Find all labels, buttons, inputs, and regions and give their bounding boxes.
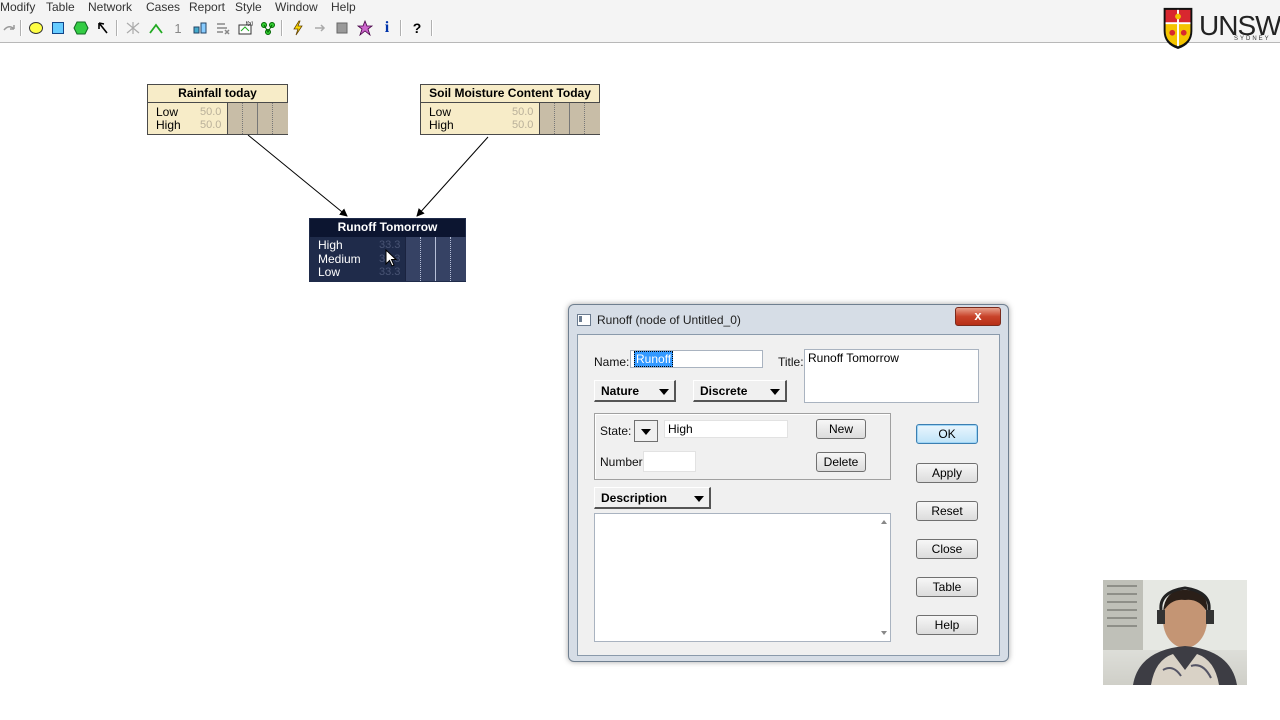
chevron-down-icon (694, 496, 704, 502)
state-label: High (429, 118, 454, 132)
state-dropdown[interactable] (634, 420, 658, 442)
nature-label: Nature (601, 384, 640, 398)
new-state-button[interactable]: New (816, 419, 866, 439)
mouse-cursor-icon (385, 249, 398, 267)
node-rainfall-today[interactable]: Rainfall today Low High 50.0 50.0 (147, 84, 288, 135)
description-dropdown[interactable]: Description (594, 487, 711, 509)
help-button[interactable]: Help (916, 615, 978, 635)
chevron-down-icon (770, 389, 780, 395)
node-title: Rainfall today (148, 85, 287, 103)
delete-state-button[interactable]: Delete (816, 452, 866, 472)
chevron-down-icon (659, 389, 669, 395)
close-window-button[interactable]: x (955, 307, 1001, 326)
link-soil-runoff[interactable] (416, 136, 489, 217)
name-value: Runoff (634, 351, 674, 367)
node-properties-dialog: Runoff (node of Untitled_0) x Name: Runo… (568, 304, 1009, 662)
node-title: Soil Moisture Content Today (421, 85, 599, 103)
chevron-down-icon (641, 429, 651, 435)
discrete-dropdown[interactable]: Discrete (693, 380, 787, 402)
node-soil-moisture[interactable]: Soil Moisture Content Today Low High 50.… (420, 84, 600, 135)
state-value: 50.0 (512, 106, 534, 118)
node-title: Runoff Tomorrow (310, 219, 465, 237)
state-value: 50.0 (200, 119, 222, 131)
state-label: Low (318, 265, 341, 279)
nature-dropdown[interactable]: Nature (594, 380, 676, 402)
window-icon (577, 314, 591, 326)
discrete-label: Discrete (700, 384, 748, 398)
description-label: Description (601, 491, 668, 505)
scroll-down-icon[interactable] (881, 631, 887, 635)
title-input[interactable]: Runoff Tomorrow (804, 349, 979, 403)
belief-bar-area (539, 103, 600, 134)
number-input[interactable] (643, 451, 696, 472)
number-label: Number: (600, 455, 647, 469)
belief-bar-area (405, 237, 466, 281)
state-label: High (156, 118, 181, 132)
reset-button[interactable]: Reset (916, 501, 978, 521)
dialog-title: Runoff (node of Untitled_0) (597, 313, 741, 327)
state-label: State: (600, 424, 632, 438)
presenter-video-image (1103, 580, 1247, 685)
webcam-overlay (1103, 580, 1247, 685)
state-label: High (318, 238, 343, 252)
dialog-body: Name: Runoff Title: Runoff Tomorrow Natu… (577, 334, 1000, 656)
table-button[interactable]: Table (916, 577, 978, 597)
state-value: 50.0 (512, 119, 534, 131)
close-button[interactable]: Close (916, 539, 978, 559)
state-group: State: High New Number: Delete (594, 413, 891, 480)
state-value: 50.0 (200, 106, 222, 118)
name-input[interactable]: Runoff (630, 350, 763, 368)
title-label: Title: (778, 355, 804, 369)
apply-button[interactable]: Apply (916, 463, 978, 483)
ok-button[interactable]: OK (916, 424, 978, 444)
belief-bar-area (227, 103, 288, 134)
description-textarea[interactable] (594, 513, 891, 642)
state-input[interactable]: High (664, 420, 788, 438)
link-rainfall-runoff[interactable] (247, 134, 348, 217)
scroll-up-icon[interactable] (881, 520, 887, 524)
name-label: Name: (594, 355, 630, 369)
